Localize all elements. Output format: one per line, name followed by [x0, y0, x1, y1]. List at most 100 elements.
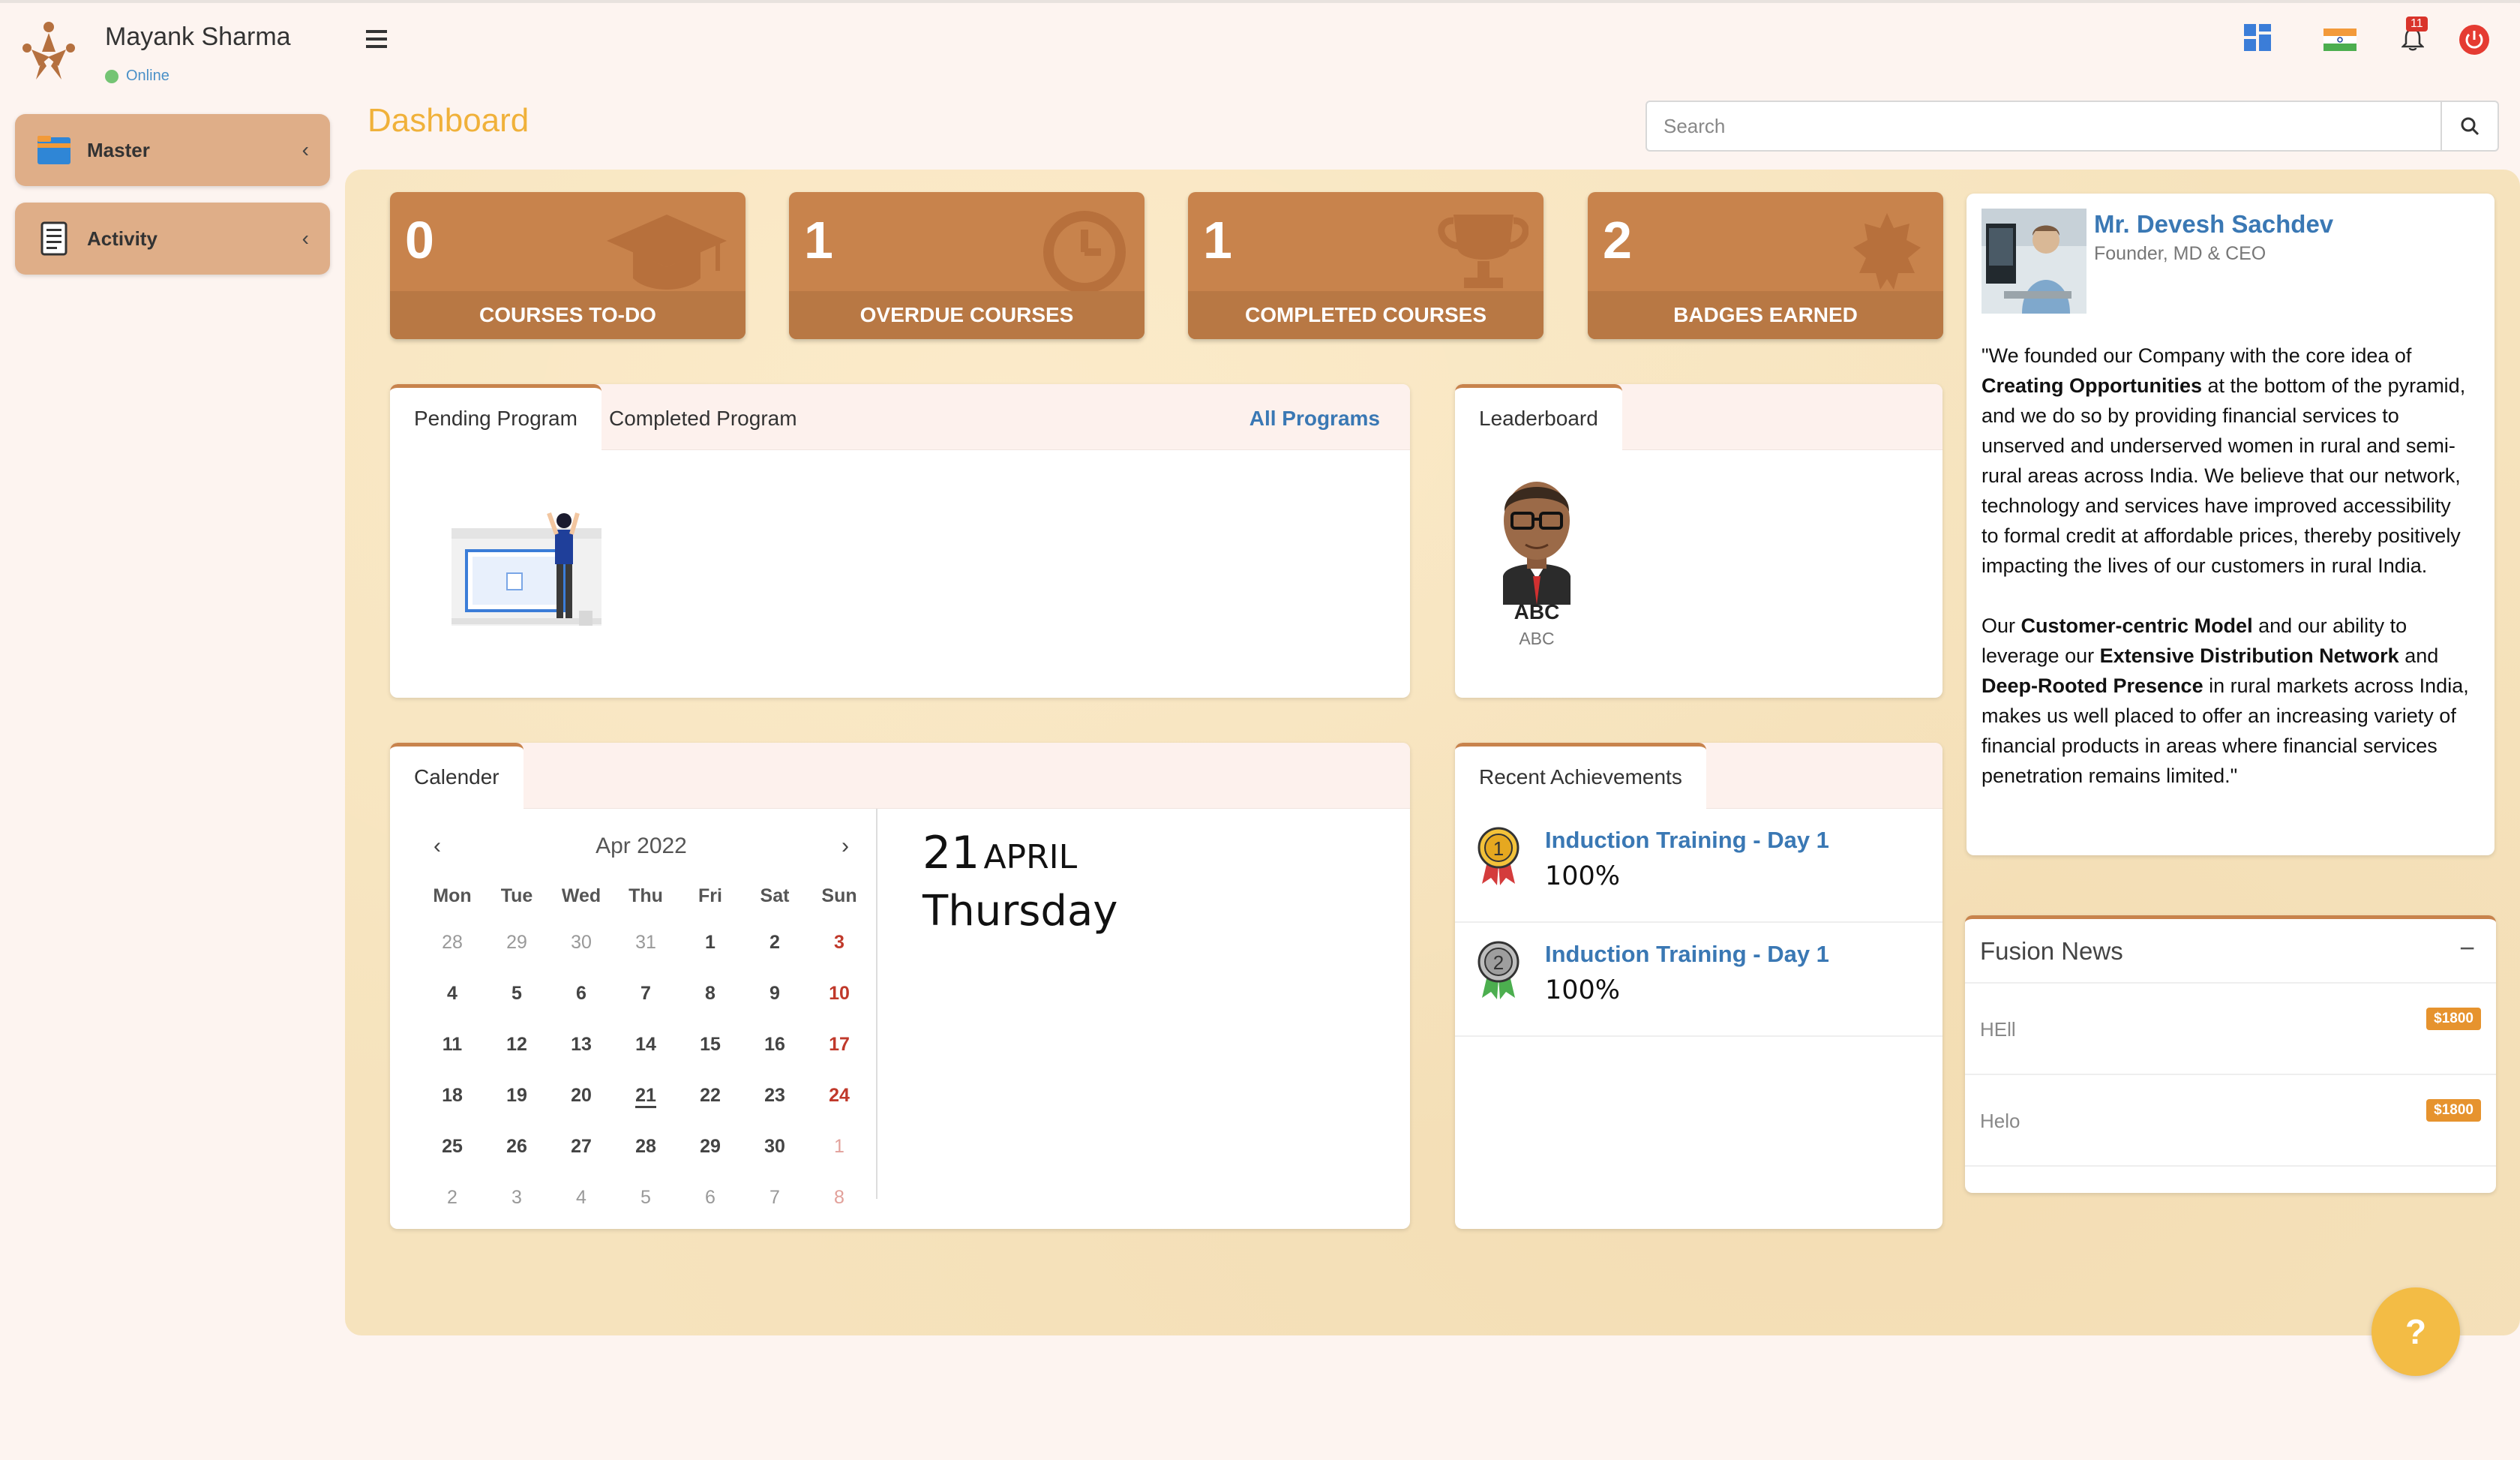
leaderboard-panel: Leaderboard ABC ABC [1455, 384, 1942, 698]
collapse-icon[interactable]: − [2459, 933, 2475, 964]
dashboard-grid-icon[interactable] [2244, 24, 2271, 51]
status-dot-icon [105, 69, 118, 83]
calendar-day[interactable]: 30 [742, 1121, 807, 1172]
news-item[interactable]: HEll $1800 [1965, 984, 2496, 1075]
status-label: Online [126, 68, 170, 84]
tab-recent-achievements[interactable]: Recent Achievements [1455, 743, 1706, 809]
next-month-icon[interactable]: › [842, 834, 849, 859]
company-logo [22, 22, 75, 80]
help-button[interactable]: ? [2372, 1287, 2460, 1376]
tab-calendar[interactable]: Calender [390, 743, 524, 809]
calendar-day[interactable]: 14 [614, 1019, 678, 1070]
achievement-score: 100% [1545, 975, 1621, 1005]
calendar-day[interactable]: 24 [807, 1070, 872, 1121]
weekday-header: Sun [821, 885, 857, 906]
folder-icon [38, 136, 70, 164]
all-programs-link[interactable]: All Programs [1250, 384, 1380, 453]
calendar-day[interactable]: 7 [614, 968, 678, 1019]
calendar-day[interactable]: 3 [807, 917, 872, 968]
calendar-day[interactable]: 31 [614, 917, 678, 968]
calendar-month-label: Apr 2022 [596, 834, 687, 858]
calendar-day[interactable]: 3 [484, 1172, 549, 1223]
stat-label: BADGES EARNED [1588, 291, 1943, 339]
weekday-header: Tue [500, 885, 533, 906]
calendar-day[interactable]: 8 [678, 968, 742, 1019]
power-icon[interactable] [2458, 24, 2490, 56]
calendar-day[interactable]: 9 [742, 968, 807, 1019]
stat-value: 0 [405, 211, 434, 269]
calendar-day[interactable]: 5 [484, 968, 549, 1019]
calendar-day[interactable]: 22 [678, 1070, 742, 1121]
gold-medal-icon: 1 [1478, 827, 1520, 885]
search-button[interactable] [2440, 102, 2498, 150]
calendar-day[interactable]: 18 [420, 1070, 484, 1121]
calendar-day[interactable]: 28 [614, 1121, 678, 1172]
calendar-day[interactable]: 4 [420, 968, 484, 1019]
sidebar-item-activity[interactable]: Activity ‹ [15, 203, 330, 275]
menu-toggle-icon[interactable] [366, 30, 387, 48]
news-text: HEll [1980, 1018, 2016, 1041]
calendar-day[interactable]: 29 [484, 917, 549, 968]
sidebar-item-master[interactable]: Master ‹ [15, 114, 330, 186]
founder-message-card: Mr. Devesh Sachdev Founder, MD & CEO "We… [1966, 194, 2494, 855]
tab-pending-program[interactable]: Pending Program [390, 384, 602, 450]
stat-label: COURSES TO-DO [390, 291, 746, 339]
leaderboard-tabs: Leaderboard [1455, 384, 1942, 450]
empty-state-illustration [452, 512, 602, 626]
calendar-day[interactable]: 21 [614, 1070, 678, 1121]
calendar-day[interactable]: 30 [549, 917, 614, 968]
calendar-day[interactable]: 6 [678, 1172, 742, 1223]
stat-card-courses-todo[interactable]: 0 COURSES TO-DO [390, 192, 746, 339]
achievement-title: Induction Training - Day 1 [1545, 827, 1829, 853]
calendar-day[interactable]: 17 [807, 1019, 872, 1070]
calendar-day[interactable]: 19 [484, 1070, 549, 1121]
stat-card-badges-earned[interactable]: 2 BADGES EARNED [1588, 192, 1943, 339]
calendar-day[interactable]: 29 [678, 1121, 742, 1172]
calendar-day[interactable]: 1 [678, 917, 742, 968]
founder-name: Mr. Devesh Sachdev [2094, 210, 2334, 238]
tab-completed-program[interactable]: Completed Program [585, 384, 821, 450]
news-item[interactable]: Helo $1800 [1965, 1075, 2496, 1167]
avatar [1503, 482, 1570, 605]
search-input[interactable] [1647, 102, 2440, 150]
chevron-left-icon: ‹ [302, 227, 309, 250]
achievement-item[interactable]: 2 Induction Training - Day 1 100% [1455, 923, 1942, 1037]
sidebar-item-label: Activity [87, 227, 158, 250]
calendar-day[interactable]: 6 [549, 968, 614, 1019]
calendar-day[interactable]: 8 [807, 1172, 872, 1223]
calendar-day[interactable]: 23 [742, 1070, 807, 1121]
weekday-header: Sat [760, 885, 790, 906]
india-flag-icon[interactable] [2324, 29, 2356, 51]
calendar-day[interactable]: 26 [484, 1121, 549, 1172]
calendar-day[interactable]: 2 [742, 917, 807, 968]
calendar-day[interactable]: 1 [807, 1121, 872, 1172]
calendar-day[interactable]: 11 [420, 1019, 484, 1070]
news-panel: Fusion News − HEll $1800 Helo $1800 [1965, 915, 2496, 1193]
news-price-badge: $1800 [2426, 1008, 2481, 1030]
calendar-day[interactable]: 13 [549, 1019, 614, 1070]
calendar-day[interactable]: 16 [742, 1019, 807, 1070]
achievement-item[interactable]: 1 Induction Training - Day 1 100% [1455, 809, 1942, 923]
notification-count-badge: 11 [2406, 17, 2428, 32]
selected-month: APRIL [983, 838, 1078, 876]
calendar-day[interactable]: 27 [549, 1121, 614, 1172]
calendar-day[interactable]: 4 [549, 1172, 614, 1223]
calendar-day[interactable]: 15 [678, 1019, 742, 1070]
weekday-header: Wed [561, 885, 602, 906]
calendar-day[interactable]: 7 [742, 1172, 807, 1223]
calendar-day[interactable]: 5 [614, 1172, 678, 1223]
calendar-day[interactable]: 2 [420, 1172, 484, 1223]
stat-card-overdue-courses[interactable]: 1 OVERDUE COURSES [789, 192, 1144, 339]
calendar-day[interactable]: 12 [484, 1019, 549, 1070]
prev-month-icon[interactable]: ‹ [434, 834, 441, 859]
leader-subtitle: ABC [1519, 629, 1555, 648]
calendar-day[interactable]: 25 [420, 1121, 484, 1172]
top-border [0, 0, 2520, 3]
calendar-widget: ‹ Apr 2022 › Mon Tue Wed Thu Fri Sat Sun 28 29 30… [420, 825, 862, 1223]
stat-card-completed-courses[interactable]: 1 COMPLETED COURSES [1188, 192, 1544, 339]
calendar-day[interactable]: 20 [549, 1070, 614, 1121]
calendar-day[interactable]: 10 [807, 968, 872, 1019]
calendar-day[interactable]: 28 [420, 917, 484, 968]
leader-name: ABC [1514, 600, 1560, 623]
tab-leaderboard[interactable]: Leaderboard [1455, 384, 1622, 450]
